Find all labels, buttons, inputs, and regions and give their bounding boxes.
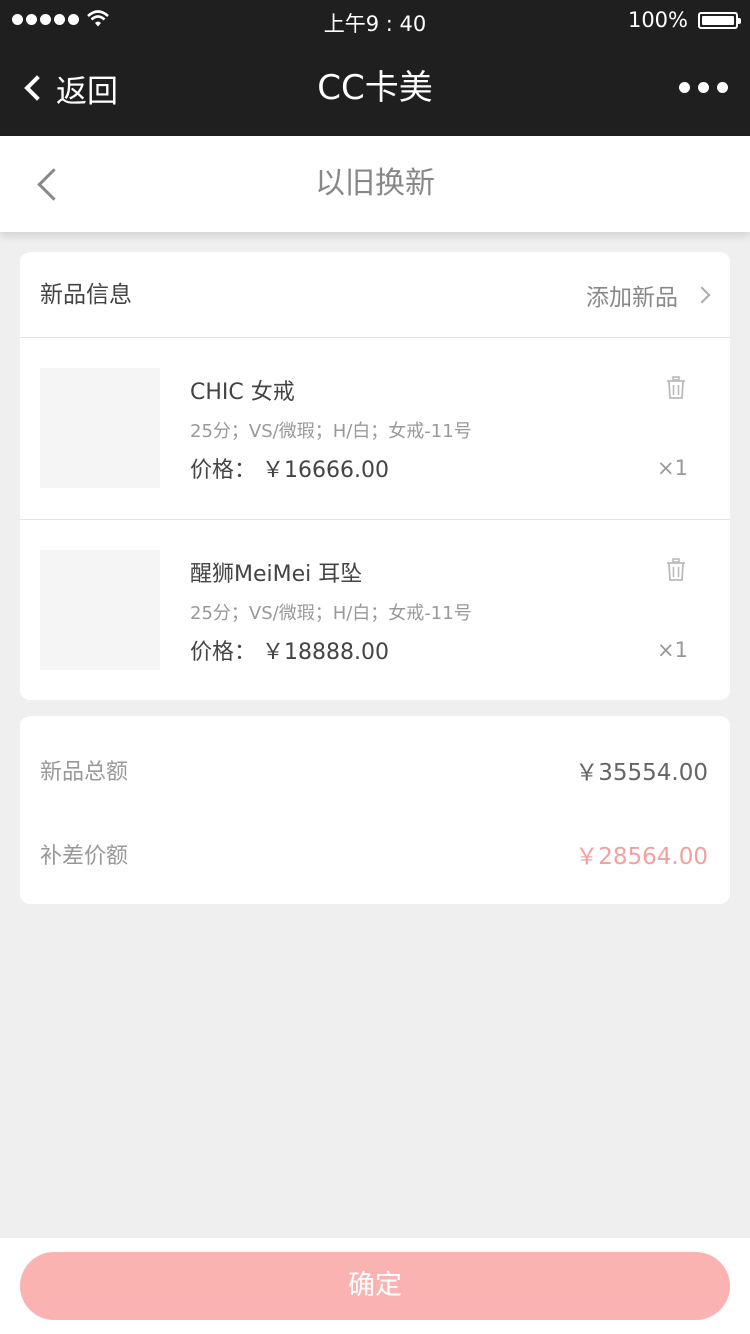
- price-label: 价格：: [190, 640, 257, 665]
- new-items-header: 新品信息 添加新品: [20, 252, 730, 338]
- product-quantity: ×1: [657, 456, 688, 480]
- product-price: 价格： ￥18888.00: [190, 634, 389, 666]
- confirm-button[interactable]: 确定: [20, 1252, 730, 1320]
- difference-label: 补差价额: [40, 844, 129, 869]
- chevron-right-icon: [693, 286, 711, 304]
- new-items-card: 新品信息 添加新品 CHIC 女戒 25分；VS/微瑕；H/白；女戒-11号 价…: [20, 252, 730, 700]
- total-row: 新品总额 ￥35554.00: [40, 749, 708, 789]
- nav-bar: 返回 CC卡美: [0, 40, 750, 136]
- product-spec: 25分；VS/微瑕；H/白；女戒-11号: [190, 421, 472, 442]
- product-thumbnail: [40, 550, 160, 670]
- total-label: 新品总额: [40, 760, 129, 785]
- product-name: CHIC 女戒: [190, 380, 295, 405]
- trash-icon[interactable]: [666, 376, 686, 400]
- difference-value: ￥28564.00: [575, 844, 708, 870]
- bottom-bar: 确定: [0, 1238, 750, 1334]
- new-items-title: 新品信息: [40, 282, 132, 308]
- total-value: ￥35554.00: [575, 760, 708, 786]
- battery-icon: [698, 12, 741, 29]
- price-value: ￥18888.00: [262, 640, 389, 665]
- product-thumbnail: [40, 368, 160, 488]
- product-quantity: ×1: [657, 638, 688, 662]
- page-title: 以旧换新: [315, 166, 435, 201]
- price-label: 价格：: [190, 458, 257, 483]
- product-name: 醒狮MeiMei 耳坠: [190, 562, 363, 587]
- battery-percentage: 100%: [627, 8, 688, 32]
- product-item: CHIC 女戒 25分；VS/微瑕；H/白；女戒-11号 价格： ￥16666.0…: [20, 338, 730, 519]
- more-options-icon[interactable]: [679, 82, 728, 93]
- trash-icon[interactable]: [666, 558, 686, 582]
- product-item: 醒狮MeiMei 耳坠 25分；VS/微瑕；H/白；女戒-11号 价格： ￥188…: [20, 519, 730, 700]
- nav-title: CC卡美: [317, 68, 433, 108]
- add-new-item-label: 添加新品: [586, 285, 678, 311]
- difference-row: 补差价额 ￥28564.00: [40, 833, 708, 873]
- product-price: 价格： ￥16666.00: [190, 452, 389, 484]
- price-value: ￥16666.00: [262, 458, 389, 483]
- summary-card: 新品总额 ￥35554.00 补差价额 ￥28564.00: [20, 716, 730, 904]
- page-header: 以旧换新: [0, 136, 750, 232]
- status-bar: 上午9 : 40 100%: [0, 0, 750, 40]
- add-new-item-button[interactable]: 添加新品: [586, 252, 711, 338]
- product-spec: 25分；VS/微瑕；H/白；女戒-11号: [190, 603, 472, 624]
